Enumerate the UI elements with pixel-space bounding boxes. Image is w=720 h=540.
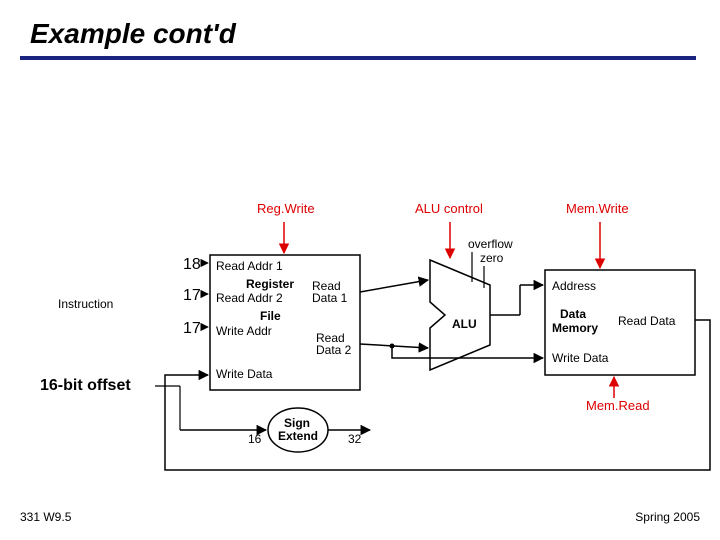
wire-rd1-alu — [360, 280, 428, 292]
signext-in-bits: 16 — [248, 432, 262, 446]
mem-address: Address — [552, 279, 596, 293]
memwrite-label: Mem.Write — [566, 201, 629, 216]
memread-label: Mem.Read — [586, 398, 650, 413]
footer-left: 331 W9.5 — [20, 510, 71, 524]
regfile-read-addr1: Read Addr 1 — [216, 259, 283, 273]
regfile-write-addr: Write Addr — [216, 324, 272, 338]
sign-extend-b: Extend — [278, 429, 318, 443]
alucontrol-label: ALU control — [415, 201, 483, 216]
signext-out-bits: 32 — [348, 432, 362, 446]
footer-right: Spring 2005 — [635, 510, 700, 524]
zero-label: zero — [480, 251, 504, 265]
sign-extend-a: Sign — [284, 416, 310, 430]
mem-read-data: Read Data — [618, 314, 676, 328]
reg-input-a: 18 — [183, 256, 201, 273]
reg-input-c: 17 — [183, 320, 201, 337]
mem-title-b: Memory — [552, 321, 598, 335]
reg-input-b: 17 — [183, 287, 201, 304]
overflow-label: overflow — [468, 237, 513, 251]
offset-label: 16-bit offset — [40, 377, 131, 394]
regfile-register-label: Register — [246, 277, 294, 291]
regwrite-label: Reg.Write — [257, 201, 315, 216]
alu-shape — [430, 260, 490, 370]
mem-title-a: Data — [560, 307, 586, 321]
regfile-read-data2-b: Data 2 — [316, 343, 352, 357]
alu-label: ALU — [452, 317, 477, 331]
datapath-diagram: Read Addr 1 Register Read Addr 2 File Wr… — [0, 0, 720, 540]
mem-write-data: Write Data — [552, 351, 609, 365]
regfile-file-label: File — [260, 309, 281, 323]
regfile-read-data1-b: Data 1 — [312, 291, 348, 305]
wire-mem-to-writedata — [165, 320, 710, 470]
regfile-read-addr2: Read Addr 2 — [216, 291, 283, 305]
regfile-write-data: Write Data — [216, 367, 273, 381]
instruction-label: Instruction — [58, 297, 113, 311]
